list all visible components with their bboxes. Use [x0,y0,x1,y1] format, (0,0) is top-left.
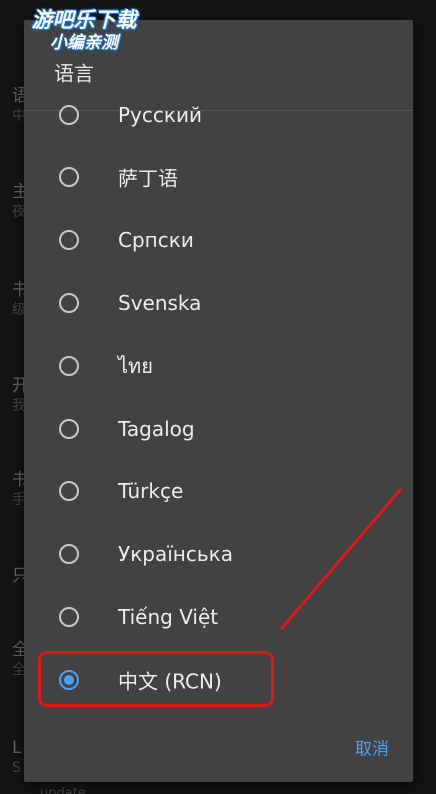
watermark-line-1: 游吧乐下载 [31,8,137,32]
watermark-line-2: 小编亲测 [50,33,118,53]
annotation-arrow-line [280,488,402,630]
annotation-arrow [280,488,402,630]
watermark-logo: 游吧乐下载 小编亲测 [14,8,154,53]
screen: 语 中 主 夜 书 级 开 我 书 手 只 全 全 L S update 语言 … [0,0,436,794]
